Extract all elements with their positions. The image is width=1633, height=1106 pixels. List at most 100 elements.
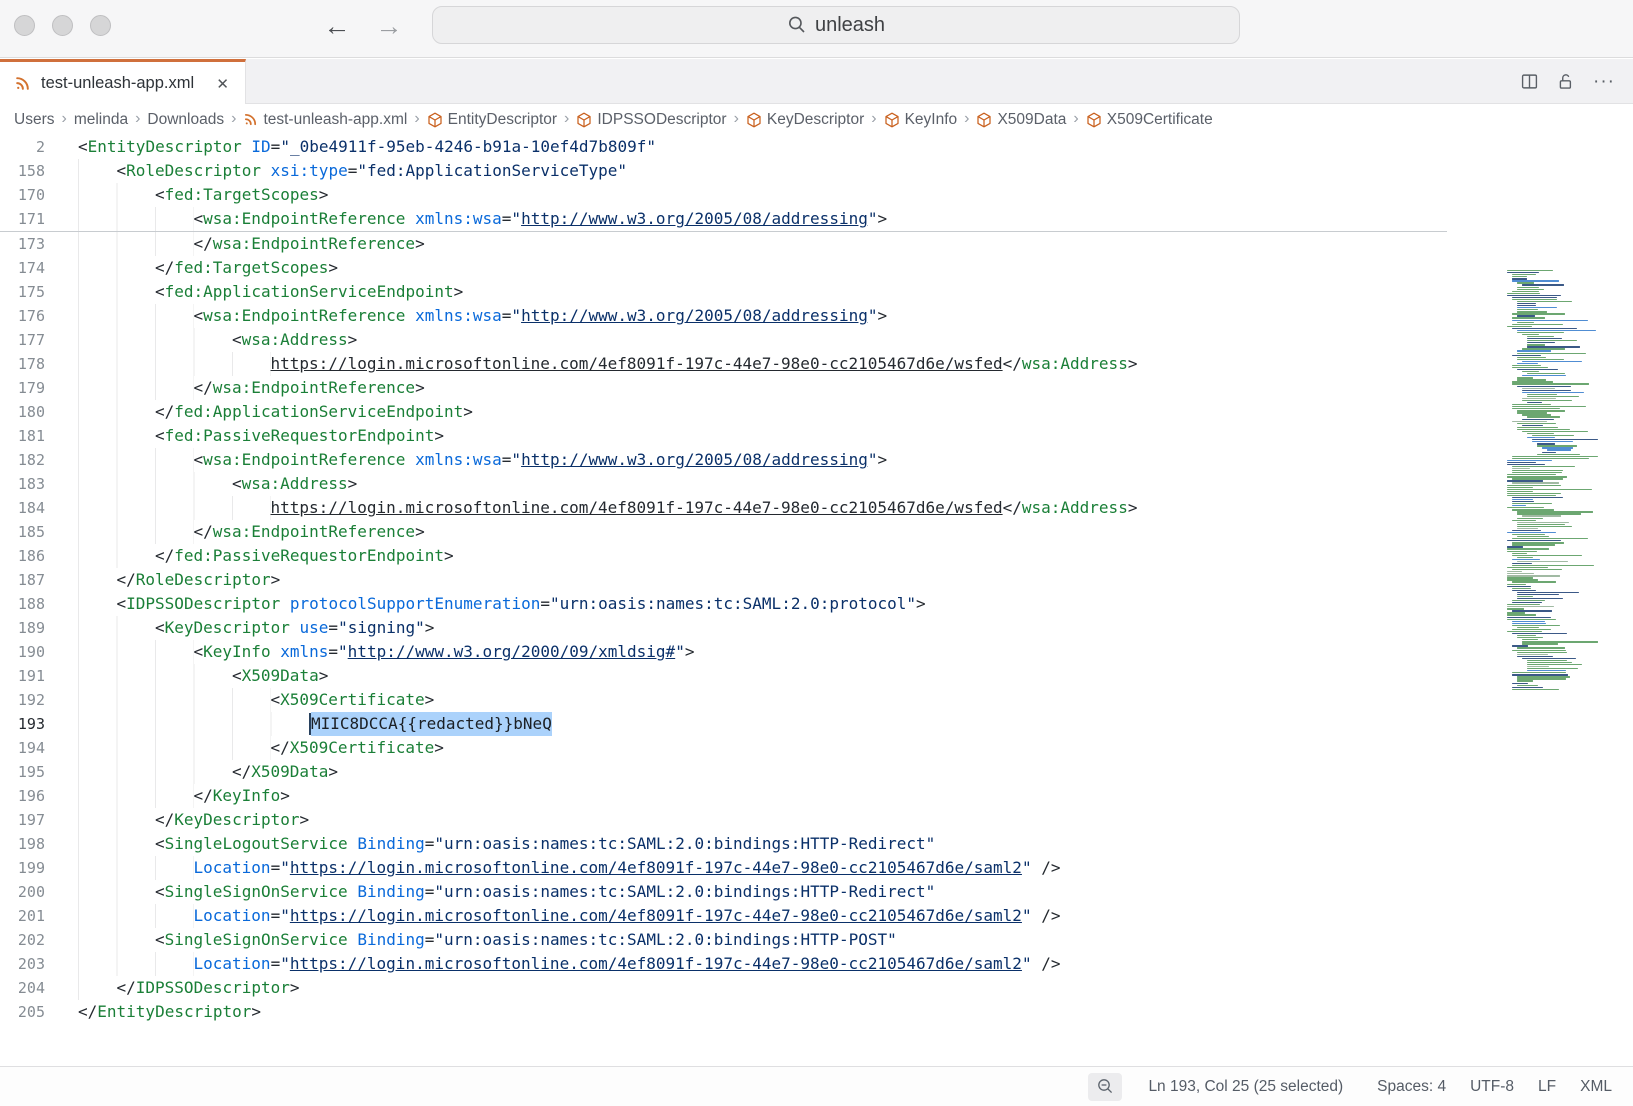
code-line[interactable]: 180</fed:ApplicationServiceEndpoint>	[0, 400, 1447, 424]
breadcrumb-symbol-keyinfo[interactable]: KeyInfo	[884, 111, 958, 129]
code-line[interactable]: 185</wsa:EndpointReference>	[0, 520, 1447, 544]
line-number[interactable]: 192	[0, 688, 45, 712]
line-number[interactable]: 176	[0, 304, 45, 328]
status-language[interactable]: XML	[1568, 1074, 1624, 1100]
unlock-icon[interactable]	[1557, 73, 1574, 90]
breadcrumb-folder-melinda[interactable]: melinda	[74, 111, 128, 129]
search-input[interactable]: unleash	[432, 6, 1240, 44]
more-actions-icon[interactable]: ···	[1593, 77, 1615, 87]
code-line[interactable]: 205</EntityDescriptor>	[0, 1000, 1447, 1024]
code-line[interactable]: 175<fed:ApplicationServiceEndpoint>	[0, 280, 1447, 304]
line-number[interactable]: 174	[0, 256, 45, 280]
line-number[interactable]: 193	[0, 712, 45, 736]
code-line[interactable]: 194</X509Certificate>	[0, 736, 1447, 760]
line-number[interactable]: 196	[0, 784, 45, 808]
line-number[interactable]: 181	[0, 424, 45, 448]
line-number[interactable]: 186	[0, 544, 45, 568]
line-number[interactable]: 205	[0, 1000, 45, 1024]
line-number[interactable]: 170	[0, 183, 45, 207]
code-line[interactable]: 186</fed:PassiveRequestorEndpoint>	[0, 544, 1447, 568]
code-line[interactable]: 196</KeyInfo>	[0, 784, 1447, 808]
code-line[interactable]: 198<SingleLogoutService Binding="urn:oas…	[0, 832, 1447, 856]
code-line[interactable]: 204</IDPSSODescriptor>	[0, 976, 1447, 1000]
breadcrumb-symbol-x509data[interactable]: X509Data	[976, 111, 1066, 129]
code-line[interactable]: 192<X509Certificate>	[0, 688, 1447, 712]
line-number[interactable]: 2	[0, 135, 45, 159]
code-line[interactable]: 191<X509Data>	[0, 664, 1447, 688]
line-number[interactable]: 197	[0, 808, 45, 832]
line-number[interactable]: 180	[0, 400, 45, 424]
close-tab-icon[interactable]: ✕	[212, 73, 233, 95]
breadcrumb-symbol-x509certificate[interactable]: X509Certificate	[1086, 111, 1213, 129]
line-number[interactable]: 203	[0, 952, 45, 976]
code-line[interactable]: 2<EntityDescriptor ID="_0be4911f-95eb-42…	[0, 135, 1447, 159]
breadcrumb-folder-users[interactable]: Users	[14, 111, 54, 129]
code-line[interactable]: 173</wsa:EndpointReference>	[0, 232, 1447, 256]
line-number[interactable]: 171	[0, 207, 45, 231]
code-line[interactable]: 158<RoleDescriptor xsi:type="fed:Applica…	[0, 159, 1447, 183]
line-number[interactable]: 173	[0, 232, 45, 256]
code-line[interactable]: 181<fed:PassiveRequestorEndpoint>	[0, 424, 1447, 448]
code-line[interactable]: 183<wsa:Address>	[0, 472, 1447, 496]
line-number[interactable]: 158	[0, 159, 45, 183]
line-number[interactable]: 187	[0, 568, 45, 592]
line-number[interactable]: 191	[0, 664, 45, 688]
line-number[interactable]: 194	[0, 736, 45, 760]
zoom-indicator[interactable]	[1088, 1073, 1122, 1101]
code-line[interactable]: 177<wsa:Address>	[0, 328, 1447, 352]
code-line[interactable]: 203Location="https://login.microsoftonli…	[0, 952, 1447, 976]
code-line[interactable]: 188<IDPSSODescriptor protocolSupportEnum…	[0, 592, 1447, 616]
code-line[interactable]: 182<wsa:EndpointReference xmlns:wsa="htt…	[0, 448, 1447, 472]
breadcrumb-symbol-idpssodescriptor[interactable]: IDPSSODescriptor	[576, 111, 726, 129]
breadcrumb-folder-downloads[interactable]: Downloads	[147, 111, 224, 129]
forward-button[interactable]: →	[374, 7, 404, 45]
line-number[interactable]: 189	[0, 616, 45, 640]
code-line[interactable]: 174</fed:TargetScopes>	[0, 256, 1447, 280]
code-line[interactable]: 197</KeyDescriptor>	[0, 808, 1447, 832]
code-line[interactable]: 184https://login.microsoftonline.com/4ef…	[0, 496, 1447, 520]
code-line[interactable]: 193MIIC8DCCA{{redacted}}bNeQ	[0, 712, 1447, 736]
code-line[interactable]: 179</wsa:EndpointReference>	[0, 376, 1447, 400]
code-line[interactable]: 171<wsa:EndpointReference xmlns:wsa="htt…	[0, 207, 1447, 231]
code-line[interactable]: 195</X509Data>	[0, 760, 1447, 784]
line-number[interactable]: 182	[0, 448, 45, 472]
code-line[interactable]: 199Location="https://login.microsoftonli…	[0, 856, 1447, 880]
code-line[interactable]: 200<SingleSignOnService Binding="urn:oas…	[0, 880, 1447, 904]
tab-test-unleash-app[interactable]: test-unleash-app.xml ✕	[0, 59, 246, 105]
code-line[interactable]: 190<KeyInfo xmlns="http://www.w3.org/200…	[0, 640, 1447, 664]
breadcrumb-symbol-keydescriptor[interactable]: KeyDescriptor	[746, 111, 864, 129]
code-line[interactable]: 170<fed:TargetScopes>	[0, 183, 1447, 207]
line-number[interactable]: 183	[0, 472, 45, 496]
breadcrumb-file[interactable]: test-unleash-app.xml	[243, 111, 407, 129]
breadcrumb-symbol-entitydescriptor[interactable]: EntityDescriptor	[427, 111, 557, 129]
line-number[interactable]: 190	[0, 640, 45, 664]
line-number[interactable]: 178	[0, 352, 45, 376]
line-number[interactable]: 202	[0, 928, 45, 952]
code-line[interactable]: 187</RoleDescriptor>	[0, 568, 1447, 592]
zoom-window-button[interactable]	[90, 15, 111, 36]
minimap[interactable]	[1504, 270, 1601, 694]
code-area[interactable]: 173</wsa:EndpointReference>174</fed:Targ…	[0, 232, 1447, 1024]
status-indentation[interactable]: Spaces: 4	[1365, 1074, 1458, 1100]
code-line[interactable]: 189<KeyDescriptor use="signing">	[0, 616, 1447, 640]
code-line[interactable]: 202<SingleSignOnService Binding="urn:oas…	[0, 928, 1447, 952]
line-number[interactable]: 200	[0, 880, 45, 904]
split-editor-icon[interactable]	[1521, 73, 1538, 90]
line-number[interactable]: 204	[0, 976, 45, 1000]
code-line[interactable]: 176<wsa:EndpointReference xmlns:wsa="htt…	[0, 304, 1447, 328]
line-number[interactable]: 195	[0, 760, 45, 784]
code-line[interactable]: 201Location="https://login.microsoftonli…	[0, 904, 1447, 928]
line-number[interactable]: 185	[0, 520, 45, 544]
line-number[interactable]: 184	[0, 496, 45, 520]
line-number[interactable]: 199	[0, 856, 45, 880]
line-number[interactable]: 188	[0, 592, 45, 616]
status-cursor-position[interactable]: Ln 193, Col 25 (25 selected)	[1136, 1074, 1355, 1100]
code-line[interactable]: 178https://login.microsoftonline.com/4ef…	[0, 352, 1447, 376]
line-number[interactable]: 201	[0, 904, 45, 928]
line-number[interactable]: 198	[0, 832, 45, 856]
status-eol[interactable]: LF	[1526, 1074, 1568, 1100]
status-encoding[interactable]: UTF-8	[1458, 1074, 1526, 1100]
line-number[interactable]: 175	[0, 280, 45, 304]
close-window-button[interactable]	[14, 15, 35, 36]
minimize-window-button[interactable]	[52, 15, 73, 36]
